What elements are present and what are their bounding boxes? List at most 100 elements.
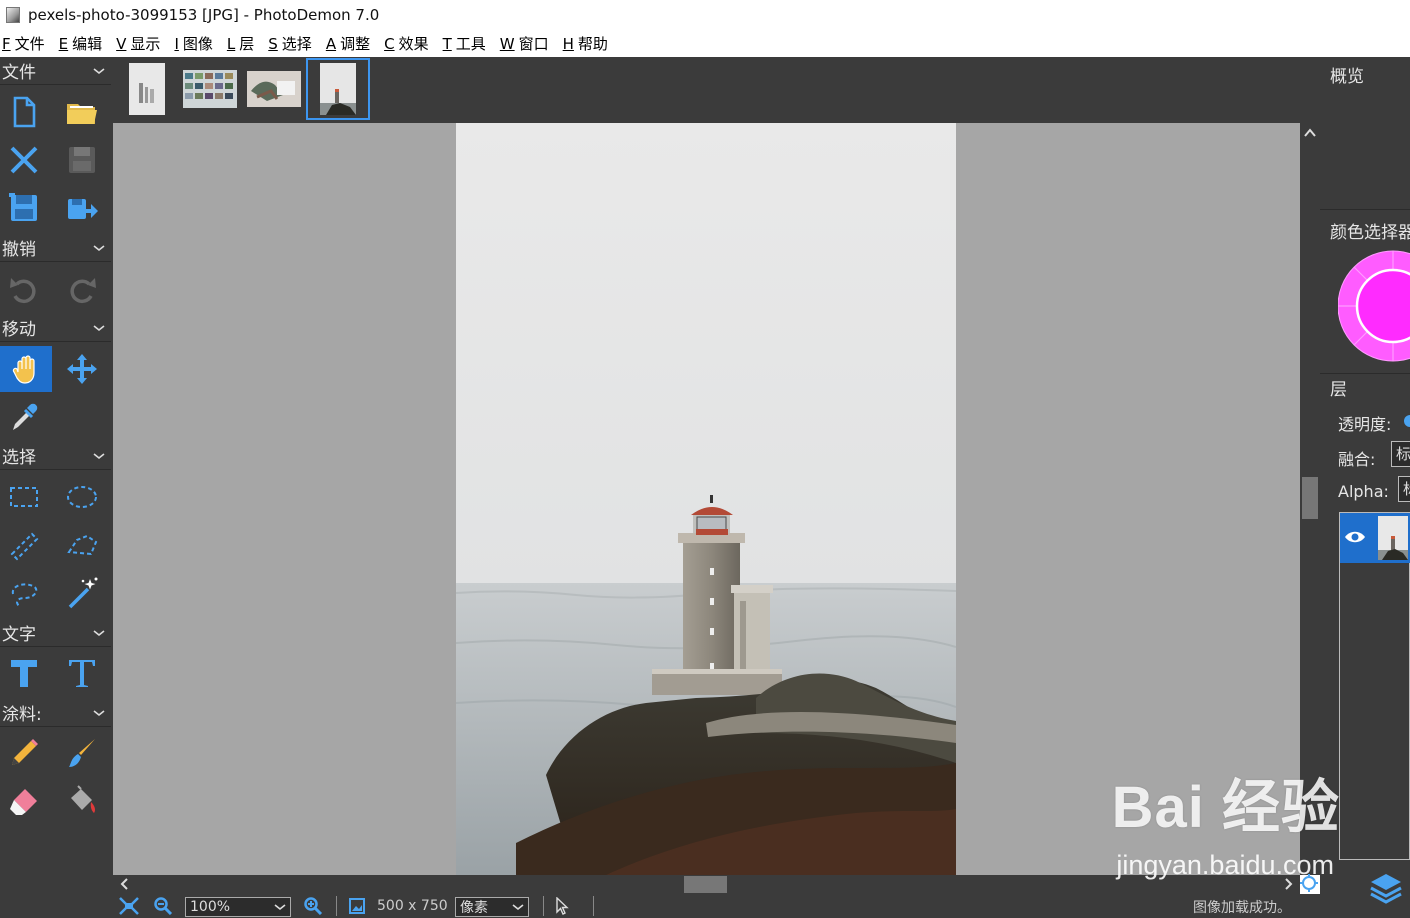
- open-button[interactable]: [58, 90, 106, 134]
- color-wheel[interactable]: [1338, 245, 1410, 367]
- vertical-scroll-thumb[interactable]: [1302, 477, 1318, 519]
- menu-select[interactable]: S 选择: [268, 33, 312, 54]
- open-folder-icon: [67, 104, 97, 124]
- chevron-down-icon: [93, 629, 105, 636]
- line-select-button[interactable]: [0, 523, 48, 567]
- fit-window-icon: [119, 897, 139, 915]
- lighthouse-photo: [456, 123, 956, 875]
- hand-tool-button[interactable]: [0, 346, 52, 392]
- pencil-icon: [12, 739, 38, 765]
- zoom-out-button[interactable]: [153, 897, 173, 915]
- typography-button[interactable]: [58, 651, 106, 695]
- ellipse-select-button[interactable]: [58, 475, 106, 519]
- typography-icon: [69, 660, 95, 687]
- image-size-icon: [349, 898, 365, 914]
- polygon-select-button[interactable]: [58, 523, 106, 567]
- fill-bucket-icon: [71, 785, 95, 813]
- color-picker-tool-button[interactable]: [0, 395, 48, 439]
- close-image-button[interactable]: [0, 138, 48, 182]
- section-move[interactable]: 移动: [0, 314, 111, 342]
- section-file[interactable]: 文件: [0, 57, 111, 85]
- baidu-watermark: Bai 经验: [1111, 775, 1340, 840]
- menu-tools[interactable]: T 工具: [443, 33, 486, 54]
- menu-effects[interactable]: C 效果: [384, 33, 429, 54]
- section-select[interactable]: 选择: [0, 442, 111, 470]
- section-text[interactable]: 文字: [0, 619, 111, 647]
- save-as-icon: [9, 193, 37, 221]
- move-tool-button[interactable]: [58, 347, 106, 391]
- menu-help[interactable]: H 帮助: [563, 33, 608, 54]
- layers-icon[interactable]: [1368, 870, 1404, 906]
- undo-icon: [10, 278, 36, 304]
- zoom-value: 100%: [190, 899, 231, 915]
- menu-image[interactable]: I 图像: [174, 33, 212, 54]
- menu-adjust[interactable]: A 调整: [326, 33, 370, 54]
- pencil-button[interactable]: [0, 731, 48, 775]
- eraser-icon: [10, 789, 37, 815]
- thumbnail-image: [247, 71, 301, 107]
- save-button[interactable]: [58, 138, 106, 182]
- menu-bar: F 文件 E 编辑 V 显示 I 图像 L层 S 选择 A 调整 C 效果 T 工具 W 窗口 H…: [0, 30, 1410, 57]
- line-select-icon: [10, 532, 39, 561]
- eye-icon[interactable]: [1344, 529, 1366, 545]
- chevron-down-icon: [274, 904, 286, 911]
- alpha-label: Alpha:: [1338, 482, 1389, 501]
- basic-text-button[interactable]: [0, 651, 48, 695]
- separator: [336, 896, 337, 916]
- save-icon: [69, 147, 95, 173]
- thumbnail-image: [183, 70, 237, 108]
- chevron-down-icon: [93, 324, 105, 331]
- zoom-dropdown[interactable]: 100%: [185, 897, 291, 917]
- scroll-up-icon[interactable]: [1300, 123, 1320, 143]
- section-undo[interactable]: 撤销: [0, 234, 111, 262]
- menu-edit[interactable]: E 编辑: [59, 33, 103, 54]
- rect-select-button[interactable]: [0, 475, 48, 519]
- scroll-left-icon[interactable]: [117, 876, 133, 892]
- section-paint[interactable]: 涂料:: [0, 699, 111, 727]
- unit-dropdown[interactable]: 像素: [455, 897, 529, 917]
- chevron-down-icon: [93, 67, 105, 74]
- fit-to-window-button[interactable]: [119, 897, 139, 915]
- horizontal-scroll-thumb[interactable]: [684, 876, 727, 893]
- zoom-in-button[interactable]: [303, 897, 323, 915]
- opacity-slider-knob[interactable]: [1404, 415, 1410, 427]
- window-title: pexels-photo-3099153 [JPG] - PhotoDemon …: [28, 6, 380, 24]
- brush-button[interactable]: [58, 731, 106, 775]
- baidu-watermark-url: jingyan.baidu.com: [1116, 850, 1334, 880]
- image-tab-strip: [113, 57, 1320, 123]
- blend-label: 融合:: [1338, 450, 1376, 469]
- image-thumbnail[interactable]: [183, 63, 237, 115]
- layer-list[interactable]: [1339, 512, 1410, 860]
- export-button[interactable]: [58, 186, 106, 230]
- eraser-button[interactable]: [0, 779, 48, 823]
- image-thumbnail-active[interactable]: [306, 58, 370, 120]
- zoom-out-icon: [154, 897, 173, 915]
- basic-text-icon: [11, 660, 37, 687]
- image-thumbnail[interactable]: [129, 63, 165, 115]
- fill-button[interactable]: [58, 779, 106, 823]
- layer-thumbnail: [1378, 516, 1408, 560]
- menu-file[interactable]: F 文件: [2, 33, 45, 54]
- menu-window[interactable]: W 窗口: [500, 33, 549, 54]
- title-bar: pexels-photo-3099153 [JPG] - PhotoDemon …: [0, 0, 1410, 30]
- thumbnail-image: [129, 63, 165, 115]
- status-message: 图像加载成功。: [1193, 900, 1291, 916]
- export-icon: [68, 199, 98, 219]
- unit-value: 像素: [460, 900, 488, 916]
- magic-wand-button[interactable]: [58, 571, 106, 615]
- redo-icon: [70, 278, 96, 304]
- layer-row[interactable]: [1340, 513, 1410, 563]
- image-size-value: 500 x 750: [377, 898, 448, 914]
- lasso-select-button[interactable]: [0, 571, 48, 615]
- new-file-button[interactable]: [0, 90, 48, 134]
- magic-wand-icon: [68, 577, 98, 609]
- menu-view[interactable]: V 显示: [116, 33, 160, 54]
- undo-button[interactable]: [0, 267, 48, 311]
- alpha-mode-dropdown[interactable]: 标: [1398, 476, 1410, 502]
- opacity-label: 透明度:: [1338, 415, 1392, 434]
- blend-mode-dropdown[interactable]: 标: [1391, 441, 1410, 467]
- save-as-button[interactable]: [0, 186, 48, 230]
- image-thumbnail[interactable]: [247, 63, 301, 115]
- redo-button[interactable]: [58, 267, 106, 311]
- menu-layer[interactable]: L层: [227, 33, 254, 54]
